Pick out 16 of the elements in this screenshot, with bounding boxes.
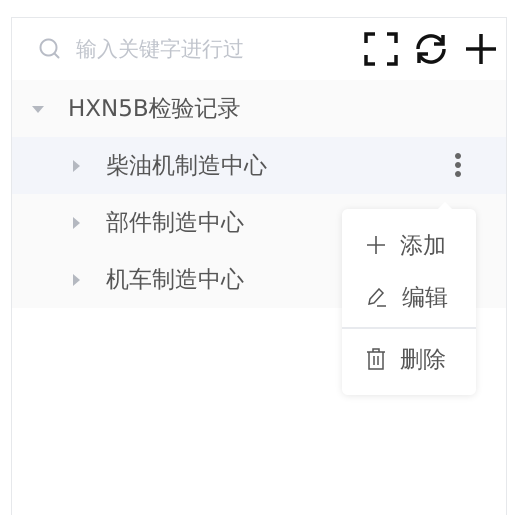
tree-node-label[interactable]: 部件制造中心	[106, 207, 244, 238]
search-field[interactable]: 输入关键字进行过	[38, 37, 318, 61]
fullscreen-icon[interactable]	[364, 32, 398, 66]
refresh-icon[interactable]	[414, 32, 448, 66]
tree-node-label[interactable]: 柴油机制造中心	[106, 150, 267, 181]
tree-node-label[interactable]: 机车制造中心	[106, 264, 244, 295]
tree-node-label[interactable]: HXN5B检验记录	[68, 93, 241, 124]
menu-item[interactable]: 添加	[342, 219, 476, 271]
trash-icon	[366, 348, 386, 370]
pencil-icon	[366, 286, 388, 308]
menu-item[interactable]: 删除	[342, 333, 476, 385]
search-icon	[38, 37, 62, 61]
add-icon[interactable]	[464, 32, 498, 66]
menu-item[interactable]: 编辑	[342, 271, 476, 323]
more-icon[interactable]	[454, 152, 462, 178]
plus-icon	[366, 235, 386, 255]
